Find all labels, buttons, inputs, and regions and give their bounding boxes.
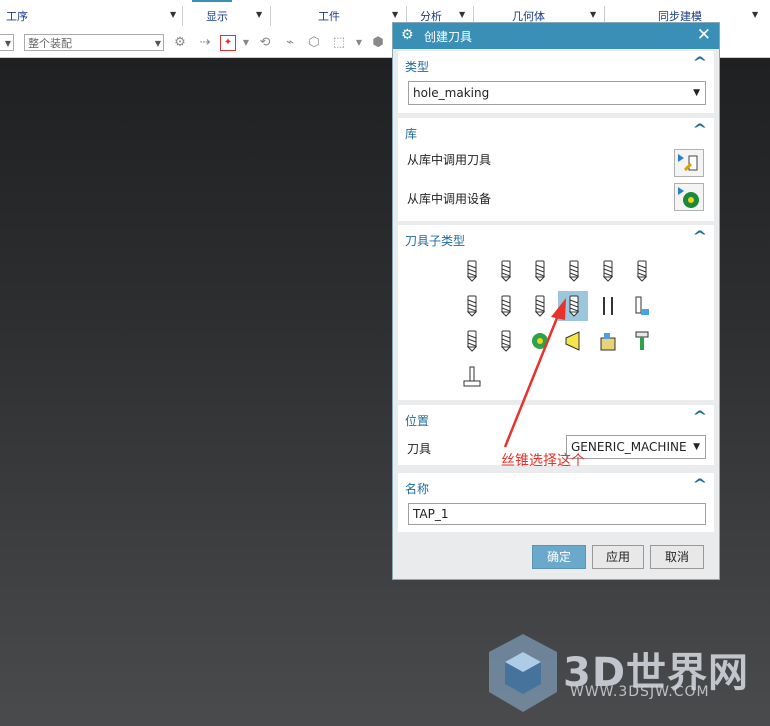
annotation-text: 丝锥选择这个 xyxy=(501,453,585,469)
watermark-logo xyxy=(489,634,557,712)
annotation-arrow xyxy=(503,298,566,448)
watermark-url: WWW.3DSJW.COM xyxy=(570,684,710,700)
